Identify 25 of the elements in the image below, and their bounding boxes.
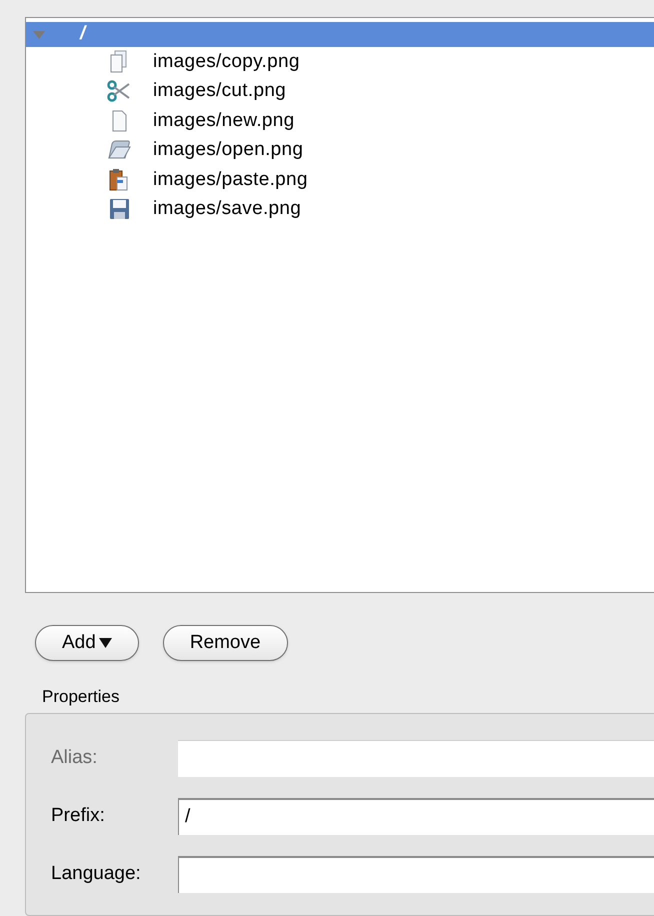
tree-item-label: / <box>80 22 86 46</box>
tree-row[interactable]: images/open.png <box>26 136 654 165</box>
tree-row[interactable]: images/save.png <box>26 194 654 224</box>
remove-button[interactable]: Remove <box>162 625 288 661</box>
tree-item-label: images/new.png <box>153 108 295 132</box>
file-tree[interactable]: / images/copy.png images/cut.png images/new.png images/open.png images/paste.png images/save.png <box>25 17 654 593</box>
tree-item-label: images/save.png <box>153 197 302 221</box>
group-title: Properties <box>42 686 120 708</box>
tree-row[interactable]: images/paste.png <box>26 165 654 194</box>
tree-row[interactable]: images/new.png <box>26 106 654 136</box>
caret-icon <box>98 638 112 648</box>
tree-item-label: images/cut.png <box>153 79 286 103</box>
field-label: Language: <box>50 862 142 886</box>
scissors-icon <box>106 79 132 104</box>
input-field[interactable]: / <box>178 798 654 834</box>
tree-item-label: images/paste.png <box>153 168 308 192</box>
tree-item-label: images/copy.png <box>153 50 300 74</box>
tree-row[interactable]: images/cut.png <box>26 76 654 106</box>
tree-row[interactable]: images/copy.png <box>26 47 654 76</box>
disclosure-triangle-icon[interactable] <box>32 30 46 40</box>
field-label: Prefix: <box>50 804 106 828</box>
dropdown-button[interactable]: Add <box>35 625 139 661</box>
input-field[interactable] <box>178 856 654 892</box>
field-label: Alias: <box>50 746 98 770</box>
tree-item-label: images/open.png <box>153 138 304 162</box>
